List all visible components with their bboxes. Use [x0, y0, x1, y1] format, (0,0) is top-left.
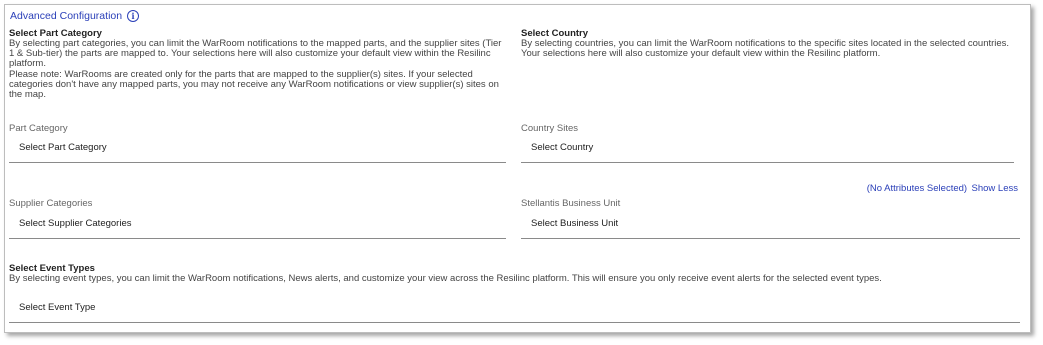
supplier-categories-select[interactable]: Select Supplier Categories	[9, 217, 506, 239]
country-description: By selecting countries, you can limit th…	[521, 38, 1010, 60]
supplier-categories-label: Supplier Categories	[9, 198, 93, 209]
show-less-link[interactable]: Show Less	[972, 183, 1018, 194]
attributes-status: (No Attributes Selected)	[866, 183, 968, 194]
event-types-description: By selecting event types, you can limit …	[9, 273, 882, 284]
attributes-toggle: (No Attributes Selected) Show Less	[867, 178, 1018, 196]
country-select[interactable]: Select Country	[521, 141, 1014, 163]
advanced-configuration-header: Advanced Configuration i	[10, 10, 140, 22]
event-type-select[interactable]: Select Event Type	[9, 301, 1020, 323]
info-icon[interactable]: i	[127, 10, 140, 22]
advanced-configuration-title: Advanced Configuration	[10, 10, 123, 22]
business-unit-label: Stellantis Business Unit	[521, 198, 621, 209]
part-category-description: By selecting part categories, you can li…	[9, 38, 509, 101]
country-sites-label: Country Sites	[521, 123, 579, 134]
advanced-configuration-panel: Advanced Configuration i Select Part Cat…	[4, 4, 1031, 333]
part-category-label: Part Category	[9, 123, 68, 134]
business-unit-select[interactable]: Select Business Unit	[521, 217, 1020, 239]
part-category-note: Please note: WarRooms are created only f…	[9, 68, 499, 101]
part-category-description-text: By selecting part categories, you can li…	[9, 38, 502, 70]
part-category-select[interactable]: Select Part Category	[9, 141, 506, 163]
